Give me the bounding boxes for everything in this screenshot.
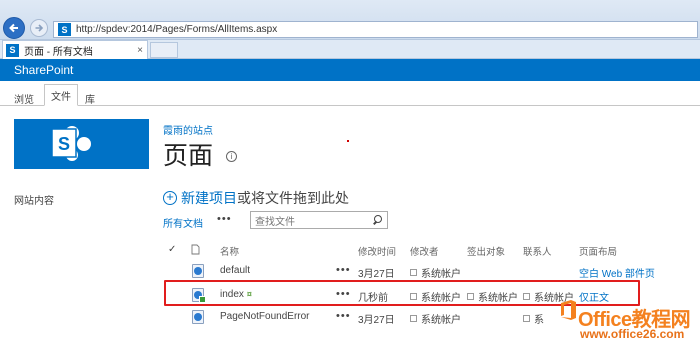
row-page-layout-link[interactable]: 空白 Web 部件页 (579, 265, 655, 280)
site-logo[interactable]: S (14, 119, 149, 169)
tab-file[interactable]: 文件 (44, 84, 78, 106)
col-checked-out-to[interactable]: 签出对象 (467, 244, 505, 258)
row-modified: 3月27日 (358, 315, 395, 326)
col-contact[interactable]: 联系人 (523, 244, 552, 258)
col-name[interactable]: 名称 (220, 244, 239, 258)
ribbon (0, 81, 700, 106)
tab-browse[interactable]: 浏览 (14, 91, 34, 106)
new-item-row: + 新建项目 或将文件拖到此处 (163, 188, 349, 208)
screenshot-root: S http://spdev:2014/Pages/Forms/AllItems… (0, 0, 700, 346)
tab-title: 页面 - 所有文档 (24, 46, 93, 58)
brand-label[interactable]: SharePoint (14, 63, 73, 77)
user-name: 系 (534, 315, 544, 326)
row-modified-by[interactable]: 系统帐户 (410, 311, 461, 326)
col-page-layout[interactable]: 页面布局 (579, 244, 617, 258)
back-button[interactable] (3, 17, 25, 39)
arrow-left-icon (9, 23, 18, 33)
row-menu-button[interactable]: ••• (336, 264, 351, 276)
nav-site-contents[interactable]: 网站内容 (14, 192, 54, 207)
search-icon[interactable] (372, 214, 383, 226)
page-title: 页面 (163, 142, 214, 170)
document-type-icon (191, 242, 200, 260)
sharepoint-tab-icon: S (6, 43, 19, 57)
user-name: 系统帐户 (421, 315, 461, 326)
col-modified[interactable]: 修改时间 (358, 244, 396, 258)
search-input[interactable]: 查找文件 (250, 211, 388, 229)
info-icon[interactable]: i (226, 151, 237, 162)
close-tab-icon[interactable]: × (137, 45, 143, 56)
col-modified-by[interactable]: 修改者 (410, 244, 439, 258)
new-tab-button[interactable] (150, 42, 178, 58)
presence-icon (523, 315, 530, 322)
office-logo-icon (561, 300, 576, 320)
svg-text:S: S (58, 134, 70, 154)
forward-button[interactable] (30, 19, 48, 37)
row-name-link[interactable]: PageNotFoundError (220, 311, 310, 322)
aspx-page-icon (192, 310, 204, 324)
tab-library[interactable]: 库 (85, 91, 95, 106)
aspx-page-icon (192, 264, 204, 278)
row-menu-button[interactable]: ••• (336, 310, 351, 322)
presence-icon (410, 315, 417, 322)
sharepoint-logo-icon: S (51, 126, 91, 161)
view-all-documents[interactable]: 所有文档 (163, 215, 203, 230)
watermark-url: www.office26.com (580, 327, 685, 341)
arrow-right-icon (35, 24, 44, 32)
sharepoint-favicon-icon: S (58, 23, 71, 36)
watermark: Office教程网 www.office26.com (558, 296, 696, 344)
more-views-button[interactable]: ••• (217, 213, 232, 225)
browser-tab[interactable]: S 页面 - 所有文档 × (2, 40, 148, 59)
url-text: http://spdev:2014/Pages/Forms/AllItems.a… (76, 24, 278, 35)
plus-icon[interactable]: + (163, 190, 177, 205)
drag-hint: 或将文件拖到此处 (237, 190, 349, 206)
row-contact[interactable]: 系 (523, 311, 544, 326)
row-modified-by[interactable]: 系统帐户 (410, 265, 461, 280)
row-modified: 3月27日 (358, 269, 395, 280)
stray-mark (347, 140, 349, 142)
new-item-link[interactable]: 新建项目 (181, 188, 237, 208)
row-name-link[interactable]: default (220, 265, 250, 276)
presence-icon (410, 269, 417, 276)
select-all-check-icon[interactable]: ✓ (168, 244, 176, 255)
search-placeholder: 查找文件 (255, 216, 295, 228)
address-bar[interactable]: S http://spdev:2014/Pages/Forms/AllItems… (53, 21, 698, 38)
breadcrumb-site-link[interactable]: 霞雨的站点 (163, 122, 213, 137)
suite-bar: SharePoint (0, 59, 700, 81)
user-name: 系统帐户 (421, 269, 461, 280)
